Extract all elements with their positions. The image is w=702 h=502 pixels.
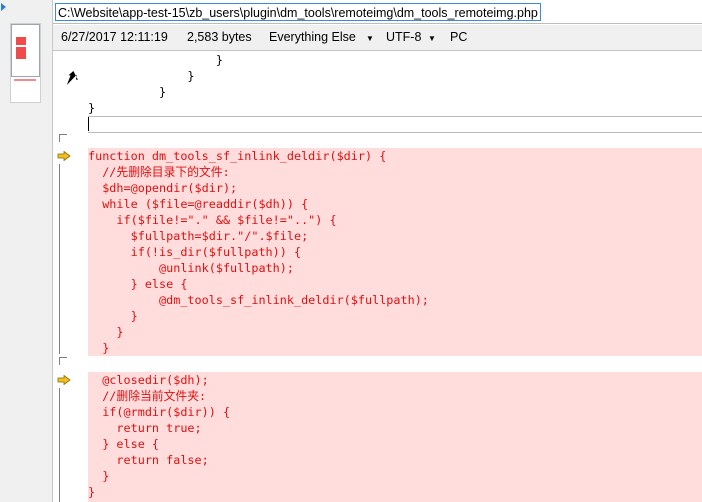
file-size: 2,583 bytes bbox=[187, 30, 252, 44]
diff-line: } bbox=[88, 484, 702, 500]
encoding-dropdown-chevron-down-icon[interactable]: ▼ bbox=[428, 34, 436, 43]
thumbnail-change-mark bbox=[16, 37, 26, 45]
diff-line: function dm_tools_sf_inlink_deldir($dir)… bbox=[88, 148, 702, 164]
diff-line: } bbox=[88, 308, 702, 324]
code-text[interactable]: } } } } function dm_tools_sf_inlink_deld… bbox=[88, 52, 702, 502]
change-bracket-line bbox=[59, 388, 67, 502]
change-arrow-icon[interactable] bbox=[57, 375, 71, 385]
file-thumbnail[interactable] bbox=[10, 23, 41, 103]
diff-line: @unlink($fullpath); bbox=[88, 260, 702, 276]
diff-line: } bbox=[88, 468, 702, 484]
change-bracket-line bbox=[59, 164, 67, 354]
mouse-pointer-icon bbox=[67, 70, 78, 86]
diff-line: //删除当前文件夹: bbox=[88, 388, 702, 404]
diff-line: if(@rmdir($dir)) { bbox=[88, 404, 702, 420]
code-line: } bbox=[88, 101, 96, 115]
line-ending-label[interactable]: PC bbox=[450, 30, 467, 44]
file-path-field[interactable]: C:\Website\app-test-15\zb_users\plugin\d… bbox=[55, 3, 541, 21]
file-path-bar: C:\Website\app-test-15\zb_users\plugin\d… bbox=[53, 0, 702, 24]
thumbnail-change-mark bbox=[14, 79, 36, 81]
code-line: } bbox=[88, 69, 195, 83]
diff-line: $fullpath=$dir."/".$file; bbox=[88, 228, 702, 244]
code-line: } bbox=[88, 85, 167, 99]
current-position-marker bbox=[1, 3, 6, 11]
text-cursor bbox=[88, 117, 89, 131]
filter-dropdown-chevron-down-icon[interactable]: ▼ bbox=[366, 34, 374, 43]
diff-line: return true; bbox=[88, 420, 702, 436]
section-separator bbox=[88, 116, 702, 117]
file-datetime: 6/27/2017 12:11:19 bbox=[61, 30, 168, 44]
diff-line: //先删除目录下的文件: bbox=[88, 164, 702, 180]
diff-line: @dm_tools_sf_inlink_deldir($fullpath); bbox=[88, 292, 702, 308]
change-arrow-icon[interactable] bbox=[57, 151, 71, 161]
line-gutter bbox=[53, 52, 88, 502]
diff-line: } bbox=[88, 324, 702, 340]
code-view[interactable]: } } } } function dm_tools_sf_inlink_deld… bbox=[53, 52, 702, 502]
filter-dropdown[interactable]: Everything Else bbox=[269, 30, 356, 44]
diff-line: $dh=@opendir($dir); bbox=[88, 180, 702, 196]
diff-line: } else { bbox=[88, 276, 702, 292]
diff-line: } bbox=[88, 340, 702, 356]
code-line: } bbox=[88, 53, 223, 67]
file-info-bar: 6/27/2017 12:11:19 2,583 bytes Everythin… bbox=[53, 25, 702, 51]
diff-line: @closedir($dh); bbox=[88, 372, 702, 388]
thumbnail-change-mark bbox=[16, 47, 26, 59]
overview-pane[interactable] bbox=[0, 0, 53, 502]
change-bracket bbox=[59, 357, 67, 365]
encoding-dropdown[interactable]: UTF-8 bbox=[386, 30, 421, 44]
change-bracket bbox=[59, 134, 67, 142]
diff-line: while ($file=@readdir($dh)) { bbox=[88, 196, 702, 212]
diff-line: } else { bbox=[88, 436, 702, 452]
diff-line: if(!is_dir($fullpath)) { bbox=[88, 244, 702, 260]
diff-line: return false; bbox=[88, 452, 702, 468]
section-separator bbox=[88, 132, 702, 133]
diff-line: if($file!="." && $file!="..") { bbox=[88, 212, 702, 228]
